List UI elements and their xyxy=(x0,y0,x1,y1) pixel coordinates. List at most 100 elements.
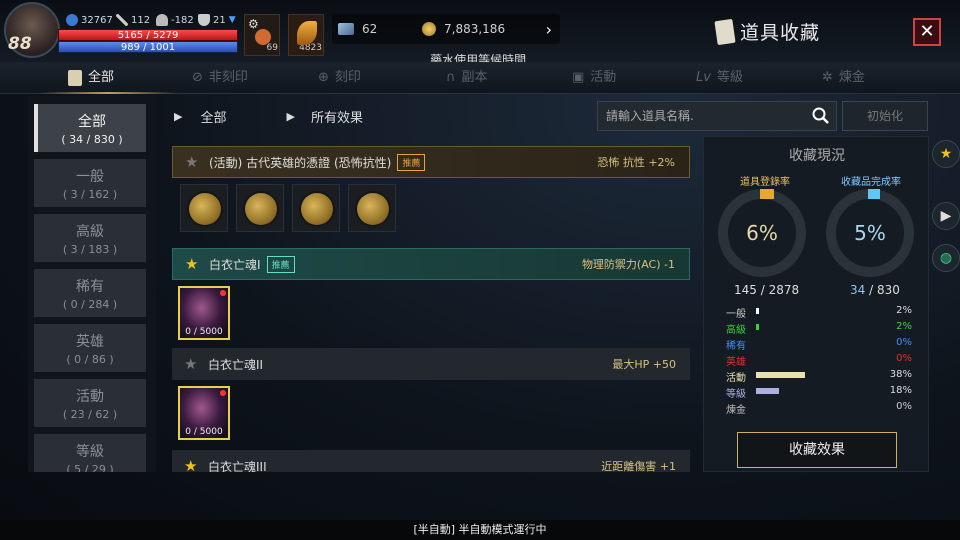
breakdown-name: 活動 xyxy=(726,373,746,384)
breadcrumb-filter-type[interactable]: 全部 xyxy=(200,107,286,126)
list-item[interactable]: ★ (活動) 古代英雄的憑證 (恐怖抗性) 推薦 恐怖 抗性 +2% xyxy=(172,146,690,178)
breakdown-name: 稀有 xyxy=(726,341,746,352)
close-icon: ✕ xyxy=(919,21,935,42)
tab-dungeon[interactable]: ∩ 副本 xyxy=(446,62,488,94)
potion-slot[interactable]: ⚙ 69 xyxy=(244,14,280,56)
play-button[interactable]: ▶ xyxy=(932,202,960,230)
hp-bar: 5165 / 5279 xyxy=(58,29,238,41)
completion-rate: 5% xyxy=(854,221,886,245)
collection-effect-button[interactable]: 收藏效果 xyxy=(737,432,897,468)
category-count: ( 3 / 183 ) xyxy=(62,243,118,256)
star-icon[interactable]: ★ xyxy=(185,153,201,171)
category-count: ( 0 / 284 ) xyxy=(62,298,118,311)
coin-item[interactable] xyxy=(292,184,340,232)
breakdown-percent: 0% xyxy=(896,401,912,412)
breakdown-percent: 18% xyxy=(889,385,912,396)
chevron-right-icon[interactable]: › xyxy=(546,20,552,39)
gold-value: 7,883,186 xyxy=(444,22,506,36)
chevron-down-icon[interactable]: ▼ xyxy=(229,15,236,25)
category-event[interactable]: 活動 ( 23 / 62 ) xyxy=(34,379,146,427)
recommended-badge: 推薦 xyxy=(397,153,426,171)
breakdown-name: 一般 xyxy=(726,309,746,320)
star-icon[interactable]: ★ xyxy=(185,255,201,273)
category-hero[interactable]: 英雄 ( 0 / 86 ) xyxy=(34,324,146,372)
breakdown-percent: 2% xyxy=(896,305,912,316)
item-slot[interactable]: 0 / 5000 xyxy=(178,286,230,340)
category-count: ( 23 / 62 ) xyxy=(62,408,118,421)
favorite-star-button[interactable]: ★ xyxy=(932,140,960,168)
feather-slot[interactable]: 4823 xyxy=(288,14,324,56)
tab-label: 活動 xyxy=(590,70,617,85)
arch-icon: ∩ xyxy=(446,70,456,85)
power-stat: 32767 xyxy=(66,14,113,26)
item-effect: 最大HP +50 xyxy=(612,358,676,371)
category-level[interactable]: 等級 ( 5 / 29 ) xyxy=(34,434,146,472)
category-advanced[interactable]: 高級 ( 3 / 183 ) xyxy=(34,214,146,262)
breakdown-name: 高級 xyxy=(726,325,746,336)
player-level: 88 xyxy=(8,34,32,54)
list-item[interactable]: ★ 白衣亡魂I 推薦 物理防禦力(AC) -1 xyxy=(172,248,690,280)
tab-non-engraved[interactable]: ⊘ 非刻印 xyxy=(192,62,248,94)
category-common[interactable]: 一般 ( 3 / 162 ) xyxy=(34,159,146,207)
category-rare[interactable]: 稀有 ( 0 / 284 ) xyxy=(34,269,146,317)
item-name: 白衣亡魂II xyxy=(208,357,264,372)
registration-rate: 6% xyxy=(746,221,778,245)
category-name: 稀有 xyxy=(76,279,104,295)
star-icon[interactable]: ★ xyxy=(184,457,200,472)
breakdown-name: 煉金 xyxy=(726,405,746,416)
list-item[interactable]: ★ 白衣亡魂III 近距離傷害 +1 xyxy=(172,450,690,472)
breadcrumb-filter-effect[interactable]: 所有效果 xyxy=(311,107,363,126)
tab-engraved[interactable]: ⊕ 刻印 xyxy=(318,62,361,94)
page-title: 道具收藏 xyxy=(740,22,821,44)
search-icon[interactable] xyxy=(812,107,830,125)
item-effect: 物理防禦力(AC) -1 xyxy=(581,258,675,271)
active-tab-indicator xyxy=(40,92,176,94)
item-count: 0 / 5000 xyxy=(185,427,223,437)
crystal-icon xyxy=(338,23,354,35)
tab-level[interactable]: Lv 等級 xyxy=(696,62,743,94)
tab-label: 全部 xyxy=(88,70,115,85)
coin-item[interactable] xyxy=(180,184,228,232)
breakdown-percent: 38% xyxy=(889,369,912,380)
panel-title: 收藏現況 xyxy=(789,148,845,164)
mp-value: 989 / 1001 xyxy=(120,42,176,53)
category-name: 活動 xyxy=(76,389,104,405)
breakdown-percent: 0% xyxy=(896,353,912,364)
item-name: 白衣亡魂III xyxy=(208,459,267,473)
tab-event[interactable]: ▣ 活動 xyxy=(572,62,616,94)
gear-icon: ⚙ xyxy=(248,17,259,31)
coin-item[interactable] xyxy=(236,184,284,232)
category-name: 全部 xyxy=(78,114,106,130)
attack-value: 112 xyxy=(131,14,151,26)
gold-coin-icon xyxy=(422,22,436,36)
swirl-button[interactable]: ◍ xyxy=(932,244,960,272)
attack-stat: 112 xyxy=(116,14,150,26)
category-name: 一般 xyxy=(76,169,104,185)
potion-count: 69 xyxy=(266,43,278,53)
star-icon[interactable]: ★ xyxy=(184,355,200,373)
crystal-value: 62 xyxy=(362,22,378,36)
reset-button[interactable]: 初始化 xyxy=(842,101,928,131)
completion-rate-label: 收藏品完成率 xyxy=(841,177,901,188)
tab-alchemy[interactable]: ✲ 煉金 xyxy=(822,62,865,94)
book-icon xyxy=(714,18,736,46)
side-buttons: ★ ▶ ◍ xyxy=(930,136,960,276)
search-input[interactable]: 請輸入道具名稱. xyxy=(597,101,837,131)
recommended-badge: 推薦 xyxy=(266,255,295,273)
breakdown-percent: 0% xyxy=(896,337,912,348)
list-item[interactable]: ★ 白衣亡魂II 最大HP +50 xyxy=(172,348,690,380)
category-name: 高級 xyxy=(76,224,104,240)
tab-all[interactable]: 全部 xyxy=(68,62,114,94)
hp-value: 5165 / 5279 xyxy=(117,30,179,41)
category-all[interactable]: 全部 ( 34 / 830 ) xyxy=(34,104,146,152)
item-slot[interactable]: 0 / 5000 xyxy=(178,386,230,440)
close-button[interactable]: ✕ xyxy=(913,18,941,46)
new-dot xyxy=(220,390,226,396)
category-name: 等級 xyxy=(76,444,104,460)
play-arrow-icon: ▶ xyxy=(286,109,295,123)
breakdown-percent: 2% xyxy=(896,321,912,332)
category-count: ( 5 / 29 ) xyxy=(66,463,114,472)
currency-bar: 62 7,883,186 › xyxy=(332,14,560,44)
coin-item[interactable] xyxy=(348,184,396,232)
gift-icon: ▣ xyxy=(572,70,585,85)
